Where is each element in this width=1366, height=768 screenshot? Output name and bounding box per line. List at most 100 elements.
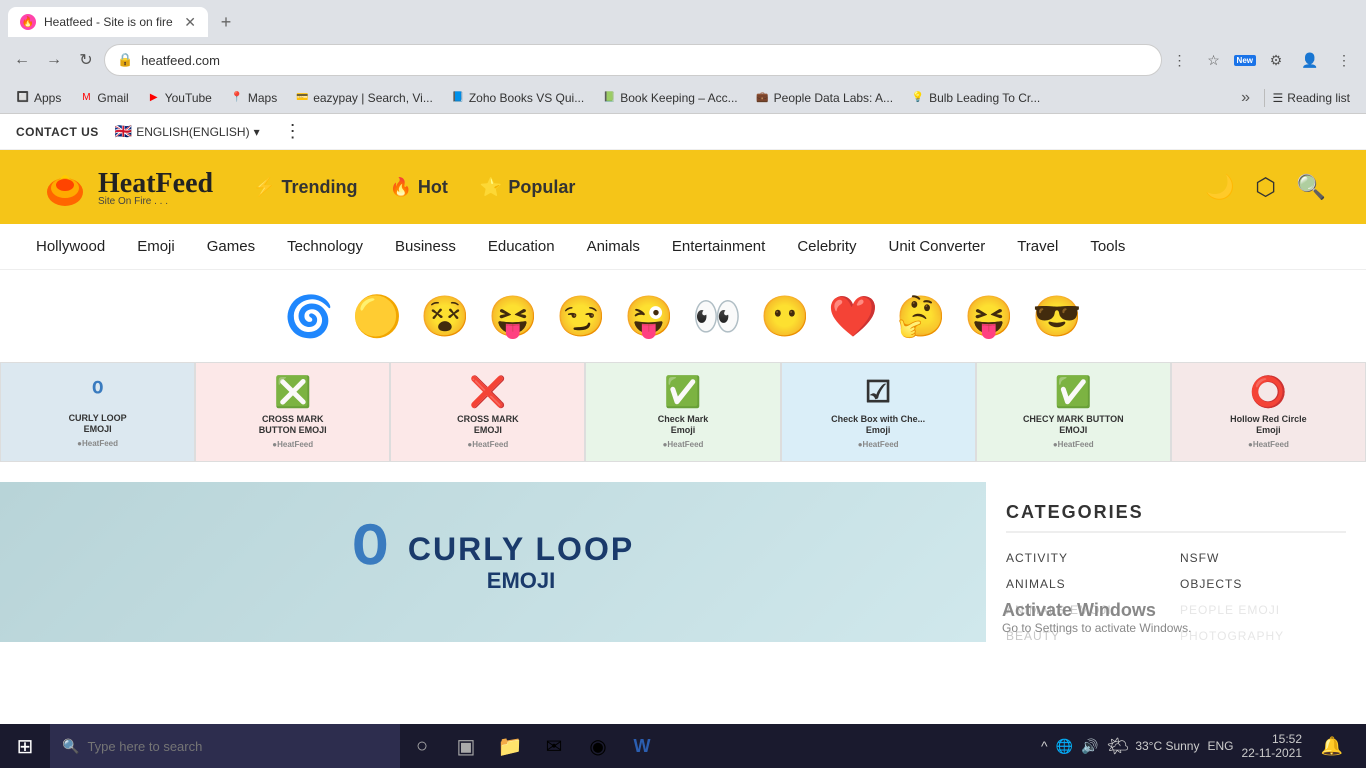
bookmark-zoho[interactable]: 📘 Zoho Books VS Qui... (443, 89, 592, 107)
contact-us-link[interactable]: CONTACT US (16, 125, 99, 139)
nav-celebrity[interactable]: Celebrity (781, 224, 872, 269)
reading-list-button[interactable]: ☰ Reading list (1264, 89, 1358, 107)
nav-business[interactable]: Business (379, 224, 472, 269)
cortana-button[interactable]: ○ (400, 724, 444, 768)
activate-title: Activate Windows (1002, 600, 1350, 621)
chrome-button[interactable]: ◉ (576, 724, 620, 768)
bookmark-bookkeeping[interactable]: 📗 Book Keeping – Acc... (594, 89, 745, 107)
nav-popular[interactable]: ⭐ Popular (480, 177, 575, 198)
nav-animals[interactable]: Animals (571, 224, 656, 269)
emoji-row: 🌀 🟡 😵 😝 😏 😜 👀 😶 ❤️ 🤔 😝 😎 (0, 270, 1366, 362)
main-content: ⁰ CURLY LOOP EMOJI (0, 482, 986, 665)
bookmark-button[interactable]: ☆ (1200, 46, 1228, 74)
weather-widget: 🌤 33°C Sunny (1106, 736, 1199, 757)
dark-mode-button[interactable]: 🌙 (1205, 173, 1235, 202)
nav-tools[interactable]: Tools (1074, 224, 1141, 269)
bookmark-youtube[interactable]: ▶ YouTube (139, 89, 220, 107)
word-button[interactable]: W (620, 724, 664, 768)
nav-hollywood[interactable]: Hollywood (20, 224, 121, 269)
tab-close-button[interactable]: ✕ (184, 14, 196, 31)
taskbar-search[interactable]: 🔍 (50, 724, 400, 768)
card-check-box[interactable]: ☑ Check Box with Che...Emoji ●HeatFeed (781, 362, 976, 462)
more-bookmarks-button[interactable]: » (1232, 84, 1260, 112)
mail-button[interactable]: ✉ (532, 724, 576, 768)
featured-text: CURLY LOOP EMOJI (408, 531, 634, 594)
system-tray: ^ 🌐 🔊 (1041, 738, 1098, 755)
forward-button[interactable]: → (40, 46, 68, 74)
logo-area[interactable]: HeatFeed Site On Fire . . . (40, 162, 213, 212)
nav-entertainment[interactable]: Entertainment (656, 224, 781, 269)
nav-games[interactable]: Games (191, 224, 271, 269)
back-button[interactable]: ← (8, 46, 36, 74)
emoji-4[interactable]: 😝 (485, 288, 541, 344)
explorer-button[interactable]: 📁 (488, 724, 532, 768)
bookmark-maps[interactable]: 📍 Maps (222, 89, 285, 107)
more-options-button[interactable]: ⋮ (284, 121, 302, 142)
clock: 15:52 22-11-2021 (1242, 732, 1303, 760)
featured-subtitle: EMOJI (408, 568, 634, 594)
emoji-7[interactable]: 👀 (689, 288, 745, 344)
profile-button[interactable]: 👤 (1296, 46, 1324, 74)
emoji-9[interactable]: ❤️ (825, 288, 881, 344)
bookmark-bulb[interactable]: 💡 Bulb Leading To Cr... (903, 89, 1048, 107)
volume-icon[interactable]: 🔊 (1081, 738, 1098, 755)
logo-text: HeatFeed Site On Fire . . . (98, 168, 213, 207)
nav-travel[interactable]: Travel (1001, 224, 1074, 269)
nav-trending[interactable]: ⚡ Trending (253, 177, 357, 198)
show-hidden-button[interactable]: ^ (1041, 738, 1048, 754)
tab-bar: 🔥 Heatfeed - Site is on fire ✕ + (0, 0, 1366, 38)
extensions-button[interactable]: ⋮ (1166, 46, 1194, 74)
start-icon: ⊞ (17, 734, 34, 759)
card-cross-mark-label: CROSS MARKEMOJI (457, 414, 519, 436)
sidebar: CATEGORIES ACTIVITY NSFW ANIMALS OBJECTS… (986, 482, 1366, 665)
search-button[interactable]: 🔍 (1296, 173, 1326, 202)
nav-hot[interactable]: 🔥 Hot (389, 177, 447, 198)
emoji-2[interactable]: 🟡 (349, 288, 405, 344)
emoji-10[interactable]: 🤔 (893, 288, 949, 344)
taskbar-search-input[interactable] (87, 739, 388, 754)
card-check-mark[interactable]: ✅ Check MarkEmoji ●HeatFeed (585, 362, 780, 462)
category-nsfw[interactable]: NSFW (1180, 549, 1346, 567)
share-button[interactable]: ⬡ (1255, 173, 1276, 202)
emoji-3[interactable]: 😵 (417, 288, 473, 344)
card-cross-mark[interactable]: ❌ CROSS MARKEMOJI ●HeatFeed (390, 362, 585, 462)
start-button[interactable]: ⊞ (0, 724, 50, 768)
nav-technology[interactable]: Technology (271, 224, 379, 269)
refresh-button[interactable]: ↻ (72, 46, 100, 74)
card-curly-loop[interactable]: ⁰ CURLY LOOPEMOJI ●HeatFeed (0, 362, 195, 462)
emoji-6[interactable]: 😜 (621, 288, 677, 344)
emoji-8[interactable]: 😶 (757, 288, 813, 344)
emoji-12[interactable]: 😎 (1029, 288, 1085, 344)
header-nav: ⚡ Trending 🔥 Hot ⭐ Popular (253, 177, 575, 198)
bookmark-eazypay[interactable]: 💳 eazypay | Search, Vi... (287, 89, 441, 107)
card-hollow-red-circle[interactable]: ⭕ Hollow Red CircleEmoji ●HeatFeed (1171, 362, 1366, 462)
featured-image[interactable]: ⁰ CURLY LOOP EMOJI (0, 482, 986, 642)
card-cross-mark-button[interactable]: ❎ CROSS MARKBUTTON EMOJI ●HeatFeed (195, 362, 390, 462)
notification-button[interactable]: 🔔 (1310, 724, 1354, 768)
emoji-1[interactable]: 🌀 (281, 288, 337, 344)
settings-button[interactable]: ⚙ (1262, 46, 1290, 74)
address-bar[interactable]: 🔒 heatfeed.com (104, 44, 1162, 76)
bookmarks-bar: 🔲 Apps M Gmail ▶ YouTube 📍 Maps 💳 eazypa… (0, 82, 1366, 114)
youtube-favicon: ▶ (147, 91, 161, 105)
bulb-favicon: 💡 (911, 91, 925, 105)
menu-button[interactable]: ⋮ (1330, 46, 1358, 74)
taskview-button[interactable]: ▣ (444, 724, 488, 768)
category-activity[interactable]: ACTIVITY (1006, 549, 1172, 567)
active-tab[interactable]: 🔥 Heatfeed - Site is on fire ✕ (8, 7, 208, 37)
bookmark-apps[interactable]: 🔲 Apps (8, 89, 69, 107)
emoji-5[interactable]: 😏 (553, 288, 609, 344)
nav-unit-converter[interactable]: Unit Converter (873, 224, 1002, 269)
card-check-mark-button[interactable]: ✅ CHECY MARK BUTTONEMOJI ●HeatFeed (976, 362, 1171, 462)
emoji-11[interactable]: 😝 (961, 288, 1017, 344)
bookmark-peopledata[interactable]: 💼 People Data Labs: A... (748, 89, 901, 107)
bookkeeping-label: Book Keeping – Acc... (620, 91, 737, 105)
weather-icon: 🌤 (1106, 736, 1129, 757)
new-tab-button[interactable]: + (212, 8, 240, 36)
nav-education[interactable]: Education (472, 224, 571, 269)
nav-emoji[interactable]: Emoji (121, 224, 191, 269)
lang-chevron-icon: ▾ (254, 125, 260, 139)
bookmark-gmail[interactable]: M Gmail (71, 89, 136, 107)
language-selector[interactable]: 🇬🇧 ENGLISH(ENGLISH) ▾ (115, 123, 260, 140)
header-actions: 🌙 ⬡ 🔍 (1205, 173, 1326, 202)
